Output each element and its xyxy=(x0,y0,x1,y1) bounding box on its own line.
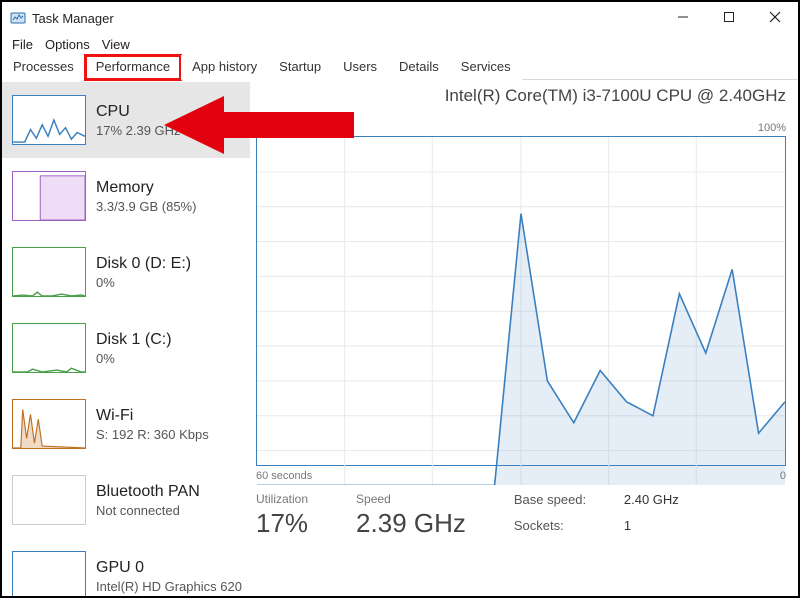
sidebar-item-disk0[interactable]: Disk 0 (D: E:) 0% xyxy=(2,234,250,310)
stat-speed-value: 2.39 GHz xyxy=(356,508,466,539)
sidebar-item-label: Disk 0 (D: E:) xyxy=(96,255,191,273)
disk-thumb xyxy=(12,323,86,373)
stat-speed-label: Speed xyxy=(356,492,466,506)
tab-startup[interactable]: Startup xyxy=(268,55,332,80)
maximize-button[interactable] xyxy=(706,2,752,32)
task-manager-icon xyxy=(10,10,26,26)
graph-ylabel-left: % Utilization xyxy=(256,122,317,134)
tab-strip: Processes Performance App history Startu… xyxy=(2,54,798,80)
sidebar-item-label: GPU 0 xyxy=(96,559,242,577)
menu-view[interactable]: View xyxy=(96,36,136,53)
sidebar-item-sub: 0% xyxy=(96,351,172,366)
sidebar-item-sub: 17% 2.39 GHz xyxy=(96,123,181,138)
menu-options[interactable]: Options xyxy=(39,36,96,53)
gpu-thumb xyxy=(12,551,86,596)
performance-sidebar: CPU 17% 2.39 GHz Memory 3.3/3.9 GB (85%) xyxy=(2,82,250,596)
cpu-model-name: Intel(R) Core(TM) i3-7100U CPU @ 2.40GHz xyxy=(445,86,786,106)
stat-basespeed-label: Base speed: xyxy=(514,492,624,514)
tab-details[interactable]: Details xyxy=(388,55,450,80)
sidebar-item-gpu0[interactable]: GPU 0 Intel(R) HD Graphics 620 xyxy=(2,538,250,596)
sidebar-item-label: Bluetooth PAN xyxy=(96,483,200,501)
sidebar-item-sub: Not connected xyxy=(96,503,200,518)
graph-ylabel-right: 100% xyxy=(758,122,786,134)
window-title: Task Manager xyxy=(32,11,114,26)
stat-utilization-value: 17% xyxy=(256,508,308,539)
minimize-button[interactable] xyxy=(660,2,706,32)
task-manager-window: Task Manager File Options View Processes… xyxy=(0,0,800,598)
titlebar[interactable]: Task Manager xyxy=(2,2,798,34)
cpu-usage-graph xyxy=(256,136,786,466)
close-button[interactable] xyxy=(752,2,798,32)
sidebar-item-label: CPU xyxy=(96,103,181,121)
menu-file[interactable]: File xyxy=(6,36,39,53)
sidebar-item-label: Wi-Fi xyxy=(96,407,209,425)
sidebar-item-sub: 3.3/3.9 GB (85%) xyxy=(96,199,196,214)
tab-app-history[interactable]: App history xyxy=(181,55,268,80)
sidebar-item-bluetooth[interactable]: Bluetooth PAN Not connected xyxy=(2,462,250,538)
sidebar-item-sub: Intel(R) HD Graphics 620 xyxy=(96,579,242,594)
sidebar-item-label: Memory xyxy=(96,179,196,197)
sidebar-item-cpu[interactable]: CPU 17% 2.39 GHz xyxy=(2,82,250,158)
sidebar-item-memory[interactable]: Memory 3.3/3.9 GB (85%) xyxy=(2,158,250,234)
stat-sockets-value: 1 xyxy=(624,518,714,540)
sidebar-item-sub: S: 192 R: 360 Kbps xyxy=(96,427,209,442)
sidebar-item-disk1[interactable]: Disk 1 (C:) 0% xyxy=(2,310,250,386)
tab-performance[interactable]: Performance xyxy=(85,55,181,80)
disk-thumb xyxy=(12,247,86,297)
stat-utilization-label: Utilization xyxy=(256,492,308,506)
stat-basespeed-value: 2.40 GHz xyxy=(624,492,714,514)
performance-main: Intel(R) Core(TM) i3-7100U CPU @ 2.40GHz… xyxy=(250,82,798,596)
tab-processes[interactable]: Processes xyxy=(2,55,85,80)
sidebar-item-sub: 0% xyxy=(96,275,191,290)
bluetooth-thumb xyxy=(12,475,86,525)
wifi-thumb xyxy=(12,399,86,449)
sidebar-item-wifi[interactable]: Wi-Fi S: 192 R: 360 Kbps xyxy=(2,386,250,462)
memory-thumb xyxy=(12,171,86,221)
cpu-thumb xyxy=(12,95,86,145)
stat-sockets-label: Sockets: xyxy=(514,518,624,540)
tab-users[interactable]: Users xyxy=(332,55,388,80)
sidebar-item-label: Disk 1 (C:) xyxy=(96,331,172,349)
menu-bar: File Options View xyxy=(2,34,798,54)
tab-services[interactable]: Services xyxy=(450,55,522,80)
